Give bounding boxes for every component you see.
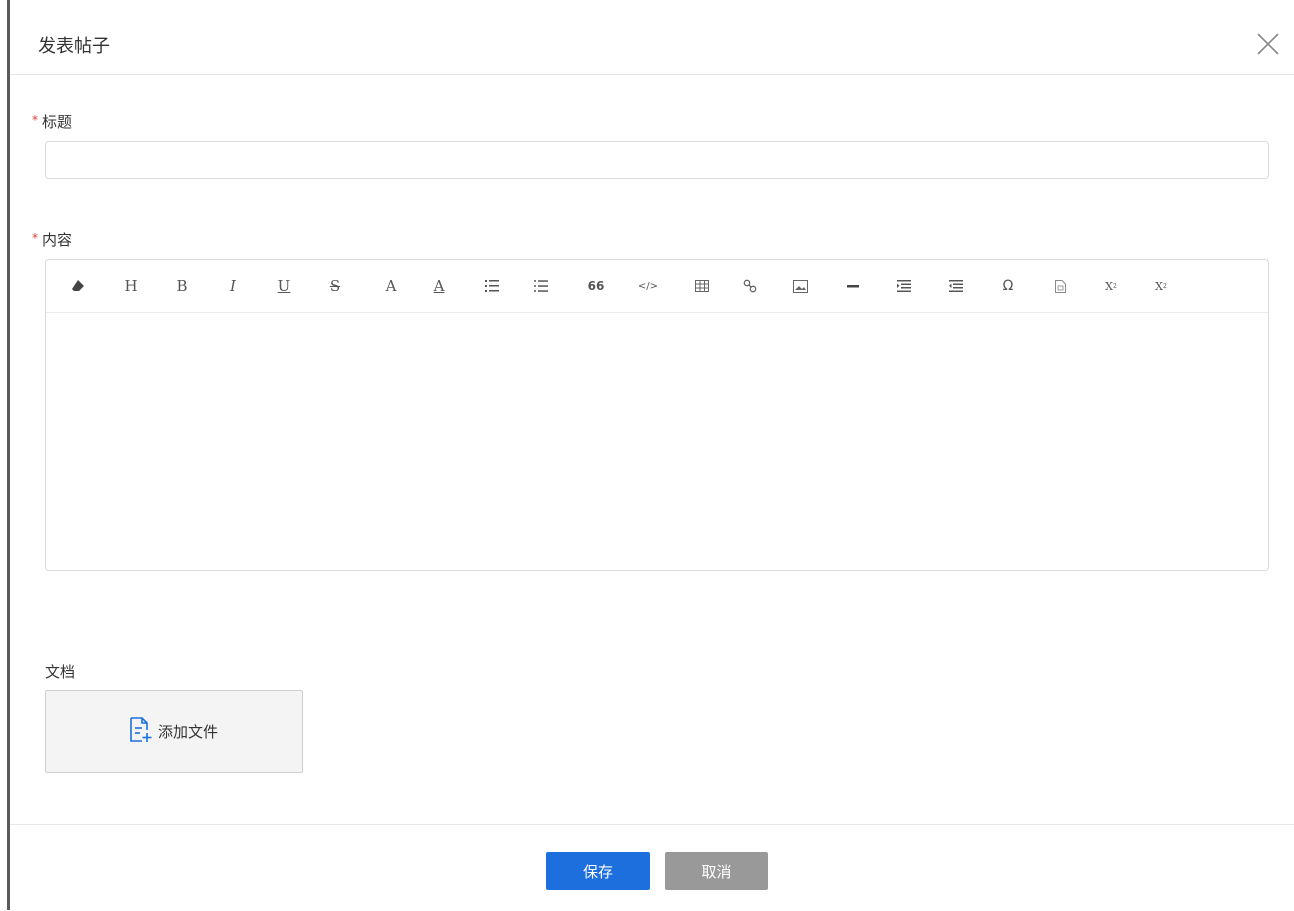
- editor-content-area[interactable]: [46, 313, 1268, 571]
- ordered-list-icon[interactable]: [480, 274, 504, 298]
- editor-toolbar: H B I U S A A 66 </> Ω X 2 X 2: [46, 260, 1268, 313]
- heading-icon[interactable]: H: [119, 274, 143, 298]
- save-button[interactable]: 保存: [546, 852, 650, 890]
- eraser-icon[interactable]: [66, 274, 90, 298]
- dialog-title: 发表帖子: [38, 36, 110, 57]
- rich-text-editor: H B I U S A A 66 </> Ω X 2 X 2: [45, 259, 1269, 571]
- file-icon[interactable]: [1048, 274, 1072, 298]
- strikethrough-icon[interactable]: S: [323, 274, 347, 298]
- quote-icon[interactable]: 66: [584, 274, 608, 298]
- required-mark: *: [32, 113, 38, 127]
- font-color-icon[interactable]: A: [379, 274, 403, 298]
- content-label-row: * 内容: [32, 229, 72, 250]
- background-color-icon[interactable]: A: [427, 274, 451, 298]
- post-dialog: 发表帖子 * 标题 * 内容 H B I U S A A 66 </> Ω X …: [10, 0, 1294, 910]
- required-mark: *: [32, 231, 38, 245]
- add-file-label: 添加文件: [157, 723, 218, 741]
- title-label: 标题: [42, 113, 73, 131]
- unordered-list-icon[interactable]: [529, 274, 553, 298]
- image-icon[interactable]: [788, 274, 812, 298]
- close-icon[interactable]: [1254, 30, 1282, 58]
- dialog-header: 发表帖子: [10, 0, 1294, 75]
- indent-icon[interactable]: [892, 274, 916, 298]
- title-input[interactable]: [45, 141, 1269, 179]
- horizontal-rule-icon[interactable]: [841, 274, 865, 298]
- code-icon[interactable]: </>: [636, 274, 660, 298]
- table-icon[interactable]: [690, 274, 714, 298]
- title-label-row: * 标题: [32, 111, 72, 132]
- background-window-edge: [0, 0, 10, 910]
- document-label: 文档: [45, 663, 76, 681]
- add-file-button[interactable]: 添加文件: [45, 690, 303, 773]
- outdent-icon[interactable]: [944, 274, 968, 298]
- italic-icon[interactable]: I: [221, 274, 245, 298]
- superscript-icon[interactable]: X2: [1099, 274, 1123, 298]
- cancel-button[interactable]: 取消: [665, 852, 768, 890]
- dialog-footer: 保存 取消: [10, 824, 1294, 911]
- superscript-glyph: X: [1105, 279, 1113, 293]
- subscript-icon[interactable]: X2: [1149, 274, 1173, 298]
- bold-icon[interactable]: B: [170, 274, 194, 298]
- special-char-icon[interactable]: Ω: [996, 274, 1020, 298]
- add-file-icon: [130, 716, 152, 747]
- content-label: 内容: [42, 231, 73, 249]
- underline-icon[interactable]: U: [272, 274, 296, 298]
- link-icon[interactable]: [738, 274, 762, 298]
- subscript-glyph: X: [1155, 279, 1163, 293]
